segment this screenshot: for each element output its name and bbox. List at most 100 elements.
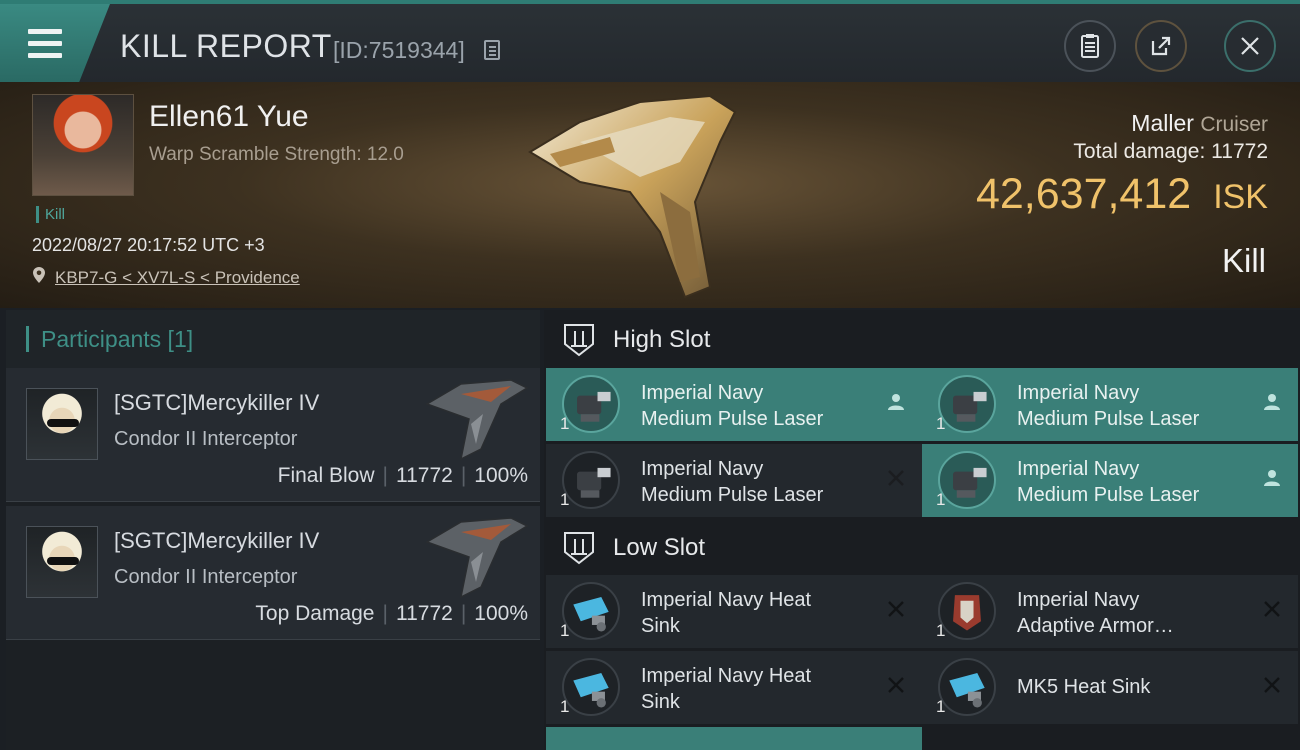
participant-stats: Top Damage | 11772 | 100% xyxy=(255,602,528,626)
location-link[interactable]: KBP7-G < XV7L-S < Providence xyxy=(55,268,300,288)
fitting-panel: High Slot 1 Imperial Navy Medium Pulse L… xyxy=(544,310,1300,750)
isk-value: 42,637,412 xyxy=(975,170,1192,218)
stat-separator: | xyxy=(382,464,388,487)
stat-separator: | xyxy=(460,464,467,487)
module-low-3[interactable]: 1 Imperial Navy Heat Sink xyxy=(546,651,922,724)
participant-avatar[interactable] xyxy=(26,526,98,598)
module-name: Imperial Navy Heat Sink xyxy=(641,663,871,715)
heat-sink-icon xyxy=(938,658,996,716)
share-button[interactable] xyxy=(1135,20,1187,72)
ship-name[interactable]: Maller xyxy=(1131,110,1194,136)
low-slot-title: Low Slot xyxy=(613,534,706,561)
participants-panel: Participants [1] [SGTC]Mercykiller IV Co… xyxy=(6,310,540,750)
module-quantity: 1 xyxy=(936,414,946,433)
participant-role: Final Blow xyxy=(277,464,375,487)
menu-icon-bar xyxy=(28,53,62,58)
module-low-2[interactable]: 1 Imperial Navy Adaptive Armor… xyxy=(922,575,1298,648)
high-slot-title: High Slot xyxy=(613,326,711,353)
module-name-line1: Imperial Navy xyxy=(641,458,764,480)
menu-icon-bar xyxy=(28,41,62,46)
pulse-laser-icon xyxy=(562,451,620,509)
module-low-4[interactable]: 1 MK5 Heat Sink xyxy=(922,651,1298,724)
participants-header: Participants [1] xyxy=(6,310,540,368)
kill-tag: Kill xyxy=(36,206,65,223)
module-quantity: 1 xyxy=(560,621,570,640)
module-name-line2: Medium Pulse Laser xyxy=(641,408,824,430)
participant-ship: Condor II Interceptor xyxy=(114,566,298,588)
module-name: Imperial Navy Medium Pulse Laser xyxy=(641,380,871,432)
module-name-line1: Imperial Navy xyxy=(1017,382,1140,404)
pulse-laser-icon xyxy=(938,451,996,509)
participant-role: Top Damage xyxy=(255,602,375,625)
module-name-line2: Adaptive Armor… xyxy=(1017,615,1174,637)
module-low-5-partial[interactable] xyxy=(546,727,922,750)
ship-class: Cruiser xyxy=(1200,113,1268,136)
x-icon xyxy=(884,466,908,490)
location-pin-icon xyxy=(33,267,45,283)
menu-button[interactable] xyxy=(0,4,110,82)
victim-name[interactable]: Ellen61 Yue xyxy=(149,100,309,134)
module-quantity: 1 xyxy=(936,490,946,509)
participant-row[interactable]: [SGTC]Mercykiller IV Condor II Intercept… xyxy=(6,506,540,640)
kill-result: Kill xyxy=(1221,242,1266,279)
close-button[interactable] xyxy=(1224,20,1276,72)
isk-unit: ISK xyxy=(1213,178,1268,216)
participant-name[interactable]: [SGTC]Mercykiller IV xyxy=(114,528,319,554)
adaptive-armor-icon xyxy=(938,582,996,640)
kill-id: [ID:7519344] xyxy=(333,37,465,63)
header: KILL REPORT [ID:7519344] xyxy=(0,0,1300,82)
module-name-line2: Sink xyxy=(641,691,680,713)
module-quantity: 1 xyxy=(560,414,570,433)
module-name-line1: Imperial Navy xyxy=(641,382,764,404)
module-name: Imperial Navy Medium Pulse Laser xyxy=(1017,380,1247,432)
module-high-3[interactable]: 1 Imperial Navy Medium Pulse Laser xyxy=(546,444,922,517)
stat-separator: | xyxy=(382,602,388,625)
participant-row[interactable]: [SGTC]Mercykiller IV Condor II Intercept… xyxy=(6,368,540,502)
isk-value-row: 42,637,412 ISK xyxy=(976,170,1268,219)
module-name-line2: Sink xyxy=(641,615,680,637)
clipboard-button[interactable] xyxy=(1064,20,1116,72)
x-icon xyxy=(884,673,908,697)
pulse-laser-icon xyxy=(562,375,620,433)
victim-ship-image xyxy=(528,94,737,299)
victim-banner: Ellen61 Yue Warp Scramble Strength: 12.0… xyxy=(0,82,1300,308)
module-name-line2: Medium Pulse Laser xyxy=(1017,408,1200,430)
participant-percent: 100% xyxy=(474,464,528,487)
participant-ship: Condor II Interceptor xyxy=(114,428,298,450)
module-name: Imperial Navy Adaptive Armor… xyxy=(1017,587,1247,639)
low-slot-header: Low Slot xyxy=(544,518,1300,576)
module-high-2[interactable]: 1 Imperial Navy Medium Pulse Laser xyxy=(922,368,1298,441)
high-slot-header: High Slot xyxy=(544,310,1300,368)
stat-separator: | xyxy=(460,602,467,625)
module-quantity: 1 xyxy=(560,697,570,716)
warp-scramble-strength: Warp Scramble Strength: 12.0 xyxy=(149,144,404,165)
heat-sink-icon xyxy=(562,582,620,640)
participant-ship-image xyxy=(425,379,529,461)
kill-datetime: 2022/08/27 20:17:52 UTC +3 xyxy=(32,235,265,255)
clipboard-icon xyxy=(1081,34,1099,58)
participant-damage: 11772 xyxy=(395,602,453,625)
module-quantity: 1 xyxy=(560,490,570,509)
total-damage: Total damage: 11772 xyxy=(1073,140,1268,164)
x-icon xyxy=(884,597,908,621)
victim-portrait[interactable] xyxy=(32,94,134,196)
total-damage-value: 11772 xyxy=(1211,140,1268,163)
participant-percent: 100% xyxy=(474,602,528,625)
module-high-1[interactable]: 1 Imperial Navy Medium Pulse Laser xyxy=(546,368,922,441)
copy-icon[interactable] xyxy=(484,40,500,60)
module-quantity: 1 xyxy=(936,621,946,640)
module-name: Imperial Navy Medium Pulse Laser xyxy=(1017,456,1247,508)
module-high-4[interactable]: 1 Imperial Navy Medium Pulse Laser xyxy=(922,444,1298,517)
module-name-line1: Imperial Navy xyxy=(1017,458,1140,480)
participants-title: Participants [1] xyxy=(26,326,193,352)
participant-ship-image xyxy=(425,517,529,599)
module-name: MK5 Heat Sink xyxy=(1017,674,1247,700)
module-name-line2: Medium Pulse Laser xyxy=(641,484,824,506)
person-icon xyxy=(1260,390,1284,414)
high-slot-icon xyxy=(564,324,594,357)
module-low-1[interactable]: 1 Imperial Navy Heat Sink xyxy=(546,575,922,648)
participant-name[interactable]: [SGTC]Mercykiller IV xyxy=(114,390,319,416)
participant-avatar[interactable] xyxy=(26,388,98,460)
participant-damage: 11772 xyxy=(395,464,453,487)
share-icon xyxy=(1151,36,1171,56)
